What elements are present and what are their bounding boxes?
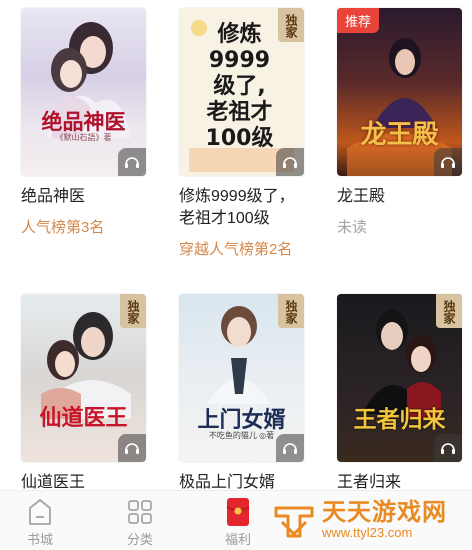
- rank-label: 穿越人气榜第2名: [179, 238, 292, 259]
- watermark-name: 天天游戏网: [322, 499, 447, 526]
- exclusive-badge: 独家: [120, 294, 146, 328]
- cover-title: 王者归来: [353, 406, 446, 433]
- book-cover[interactable]: 王者归来 独家: [337, 294, 462, 462]
- book-title[interactable]: 绝品神医: [21, 186, 146, 208]
- audiobook-icon[interactable]: [276, 148, 304, 176]
- book-title[interactable]: 修炼9999级了，老祖才100级: [179, 186, 304, 230]
- book-card[interactable]: 上门女婿 不吃鱼的猫儿 ◎著 独家 极品上门女婿: [179, 294, 304, 494]
- site-watermark: 天天游戏网 www.ttyl23.com: [272, 498, 472, 542]
- exclusive-badge: 独家: [278, 8, 304, 42]
- book-cover[interactable]: 上门女婿 不吃鱼的猫儿 ◎著 独家: [179, 294, 304, 462]
- watermark-url: www.ttyl23.com: [322, 525, 413, 540]
- book-card[interactable]: 王者归来 独家 王者归来: [337, 294, 462, 494]
- tab-label: 书城: [26, 532, 53, 547]
- read-status: 未读: [337, 219, 368, 236]
- audiobook-icon[interactable]: [118, 148, 146, 176]
- exclusive-badge: 独家: [436, 294, 462, 328]
- exclusive-badge: 独家: [278, 294, 304, 328]
- cover-title: 仙道医王: [39, 405, 128, 431]
- book-cover[interactable]: 龙王殿 推荐: [337, 8, 462, 176]
- red-envelope-icon: [208, 497, 268, 527]
- audiobook-icon[interactable]: [118, 434, 146, 462]
- rank-label: 人气榜第3名: [21, 216, 104, 237]
- book-card[interactable]: 修炼 9999 级了, 老祖才 100级 独家 修炼9999级了，老祖才100级 穿越人…: [179, 8, 304, 259]
- book-cover[interactable]: 仙道医王 独家: [21, 294, 146, 462]
- recommend-badge: 推荐: [337, 8, 380, 33]
- tab-category[interactable]: 分类: [110, 497, 170, 548]
- tab-label: 福利: [224, 532, 251, 547]
- cover-author: 《默山石語》著: [55, 133, 112, 142]
- category-grid-icon: [110, 497, 170, 527]
- watermark-logo-icon: [274, 506, 314, 538]
- book-card[interactable]: 龙王殿 推荐 龙王殿 未读: [337, 8, 462, 237]
- tab-welfare[interactable]: 福利: [208, 497, 268, 548]
- bookstore-icon: [10, 497, 70, 527]
- audiobook-icon[interactable]: [434, 148, 462, 176]
- book-title[interactable]: 龙王殿: [337, 186, 462, 208]
- tab-bookstore[interactable]: 书城: [10, 497, 70, 548]
- audiobook-icon[interactable]: [276, 434, 304, 462]
- book-card[interactable]: 仙道医王 独家 仙道医王: [21, 294, 146, 494]
- audiobook-icon[interactable]: [434, 434, 462, 462]
- book-cover[interactable]: 修炼 9999 级了, 老祖才 100级 独家: [179, 8, 304, 176]
- cover-title: 龙王殿: [360, 120, 439, 150]
- book-card[interactable]: 绝品神医 《默山石語》著 绝品神医 人气榜第3名: [21, 8, 146, 237]
- book-cover[interactable]: 绝品神医 《默山石語》著: [21, 8, 146, 176]
- tab-label: 分类: [126, 532, 153, 547]
